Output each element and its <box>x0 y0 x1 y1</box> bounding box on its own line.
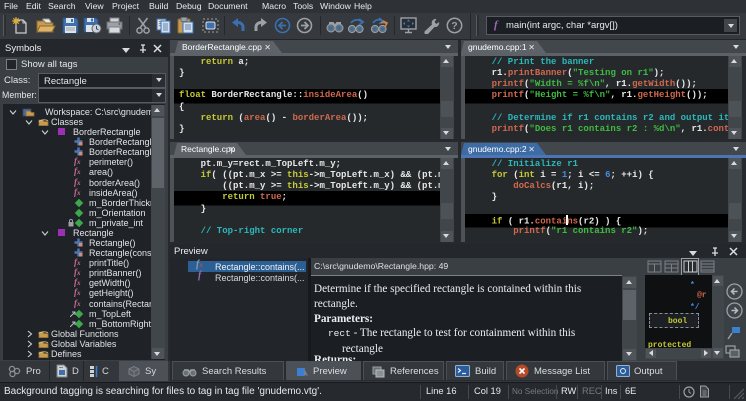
svg-text:?: ? <box>451 20 457 32</box>
